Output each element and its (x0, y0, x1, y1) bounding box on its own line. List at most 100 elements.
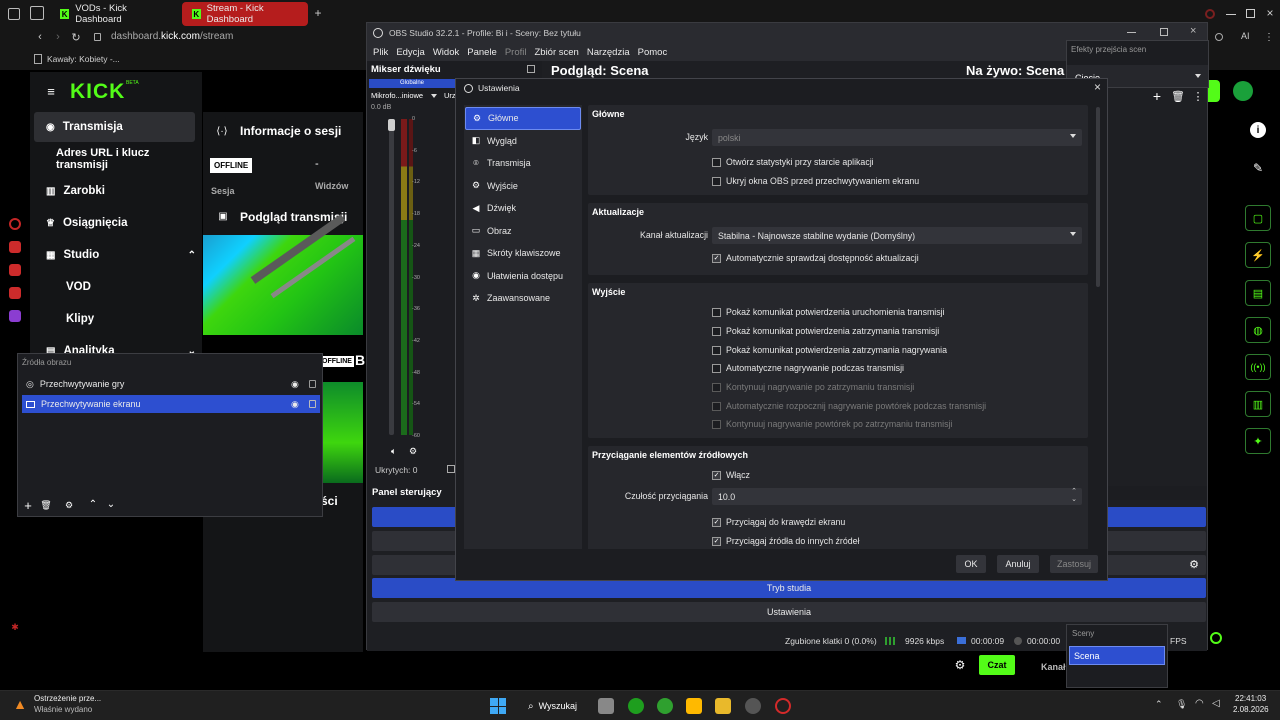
more-icon[interactable]: ⋮ (1193, 89, 1204, 103)
checkbox[interactable] (712, 307, 721, 317)
sensitivity-spinbox[interactable]: 10.0 ⌃ ⌄ (712, 488, 1082, 505)
workspaces-icon[interactable] (30, 6, 44, 20)
kick-logo[interactable]: KICK (70, 80, 125, 104)
lock-icon[interactable] (309, 380, 316, 388)
nav-zaawansowane[interactable]: ✲ Zaawansowane (465, 287, 581, 310)
lightning-icon[interactable]: ⚡ (1245, 242, 1271, 268)
nav-transmisja[interactable]: ⌾ Transmisja (465, 152, 581, 175)
broadcast-icon[interactable]: ((•)) (1245, 354, 1271, 380)
bookmark-item[interactable]: Kawały: Kobiety -... (47, 54, 120, 64)
rail-icon[interactable] (9, 241, 21, 253)
language-select[interactable]: polski (712, 129, 1082, 146)
menu-panele[interactable]: Panele (467, 47, 497, 58)
wifi-icon[interactable]: ◠ (1195, 698, 1204, 709)
checkbox-row[interactable]: Pokaż komunikat potwierdzenia zatrzymani… (712, 343, 947, 357)
menu-edycja[interactable]: Edycja (396, 47, 425, 58)
studio-mode-button[interactable]: Tryb studia (372, 578, 1206, 598)
nav-stream-key[interactable]: Adres URL i klucz transmisji (56, 144, 202, 174)
tab-vods[interactable]: K VODs - Kick Dashboard (50, 0, 178, 28)
obs-minimize-icon[interactable] (1127, 32, 1136, 33)
trash-icon[interactable]: 🗑︎ (1171, 90, 1185, 103)
gear-icon[interactable]: ⚙︎ (64, 500, 74, 510)
taskbar-search[interactable]: ⌕ Wyszukaj (520, 696, 586, 716)
tools-icon[interactable]: ✦ (1245, 428, 1271, 454)
hamburger-menu-icon[interactable]: ≡ (44, 84, 58, 99)
notes-icon[interactable]: ▤ (1245, 280, 1271, 306)
kick-go-live-button[interactable] (1208, 80, 1220, 102)
ai-button[interactable]: AI (1241, 31, 1250, 41)
add-source-icon[interactable]: + (23, 498, 33, 513)
twitch-icon[interactable] (9, 310, 21, 322)
checkbox[interactable] (712, 176, 721, 186)
checkbox[interactable] (712, 326, 721, 336)
tab-stream[interactable]: K Stream - Kick Dashboard (182, 2, 308, 26)
profile-icon[interactable] (1205, 9, 1215, 19)
store-icon[interactable] (686, 698, 702, 714)
mixer-channel-name[interactable]: Mikrofo...iniowe (371, 91, 423, 100)
back-icon[interactable]: ‹ (34, 31, 46, 43)
apply-button[interactable]: Zastosuj (1050, 555, 1098, 573)
settings-gear-icon[interactable]: ⚙︎ (1186, 556, 1202, 572)
nav-transmisja[interactable]: ◉ Transmisja (34, 112, 195, 142)
ok-button[interactable]: OK (956, 555, 986, 573)
task-view-icon[interactable] (598, 698, 614, 714)
chat-settings-gear-icon[interactable]: ⚙︎ (953, 658, 967, 672)
dialog-close-icon[interactable]: × (1094, 80, 1101, 94)
menu-widok[interactable]: Widok (433, 47, 459, 58)
nav-dzwiek[interactable]: ◀︎ Dźwięk (465, 197, 581, 220)
obs-taskbar-icon[interactable] (745, 698, 761, 714)
checkbox[interactable] (712, 345, 721, 355)
nav-wyjscie[interactable]: ⚙︎ Wyjście (465, 175, 581, 198)
url-field[interactable]: dashboard.kick.com/stream (111, 31, 233, 42)
checkbox-checked[interactable]: ✓ (712, 517, 721, 527)
checkbox-row[interactable]: Pokaż komunikat potwierdzenia zatrzymani… (712, 324, 939, 338)
tab-actions-icon[interactable] (8, 8, 20, 20)
mixer-menu-icon[interactable] (447, 465, 455, 473)
opera-icon[interactable] (775, 698, 791, 714)
rail-icon[interactable] (9, 287, 21, 299)
checkbox-row[interactable]: Automatyczne nagrywanie podczas transmis… (712, 361, 904, 375)
scene-item-selected[interactable]: Scena (1069, 646, 1165, 665)
rail-icon[interactable]: ✱ (9, 622, 21, 634)
maximize-icon[interactable] (1246, 9, 1255, 18)
chat-icon[interactable]: ◍ (1245, 317, 1271, 343)
scrollbar[interactable] (1096, 107, 1100, 287)
channel-select[interactable]: Stabilna - Najnowsze stabilne wydanie (D… (712, 227, 1082, 244)
reload-icon[interactable]: ↻ (70, 31, 82, 44)
visibility-eye-icon[interactable]: ◉ (291, 399, 299, 410)
menu-plik[interactable]: Plik (373, 47, 388, 58)
mixer-global-tab[interactable]: Globalne (369, 79, 455, 88)
source-item-selected[interactable]: Przechwytywanie ekranu ◉ (22, 395, 320, 413)
obs-maximize-icon[interactable] (1160, 28, 1168, 36)
edit-icon[interactable]: ✎ (1250, 160, 1266, 176)
settings-button[interactable]: Ustawienia (372, 602, 1206, 622)
layout-icon[interactable]: ▥ (1245, 391, 1271, 417)
menu-profil[interactable]: Profil (505, 47, 527, 58)
nav-vod[interactable]: VOD (66, 272, 91, 302)
volume-icon[interactable]: ◁ (1212, 698, 1220, 709)
nav-ulatwienia[interactable]: ◉ Ułatwienia dostępu (465, 265, 581, 288)
microphone-icon[interactable]: 🎙︎ (1176, 699, 1187, 710)
minimize-icon[interactable] (1226, 14, 1236, 15)
nav-wyglad[interactable]: ◧ Wygląd (465, 130, 581, 153)
checkbox-checked[interactable]: ✓ (712, 470, 721, 480)
notif-title[interactable]: Ostrzeżenie prze... (34, 694, 101, 703)
volume-slider[interactable] (388, 119, 395, 435)
source-item[interactable]: ◎ Przechwytywanie gry ◉ (22, 375, 320, 393)
menu-zbior-scen[interactable]: Zbiór scen (534, 47, 578, 58)
menu-narzedzia[interactable]: Narzędzia (587, 47, 630, 58)
checkbox-row[interactable]: ✓ Przyciągaj źródła do innych źródeł (712, 534, 860, 548)
speaker-icon[interactable]: 🔈︎ (391, 446, 396, 457)
obs-close-icon[interactable]: × (1190, 25, 1196, 37)
checkbox[interactable] (712, 363, 721, 373)
checkbox-checked[interactable]: ✓ (712, 253, 721, 263)
checkbox[interactable] (712, 157, 721, 167)
clock-time[interactable]: 22:41:03 (1235, 694, 1266, 703)
nav-obraz[interactable]: ▭ Obraz (465, 220, 581, 243)
checkbox-checked[interactable]: ✓ (712, 536, 721, 546)
forward-icon[interactable]: › (52, 31, 64, 43)
warning-icon[interactable]: ▲ (12, 696, 28, 712)
menu-pomoc[interactable]: Pomoc (638, 47, 668, 58)
rail-button[interactable]: ▢ (1245, 205, 1271, 231)
rail-icon[interactable] (9, 218, 21, 230)
